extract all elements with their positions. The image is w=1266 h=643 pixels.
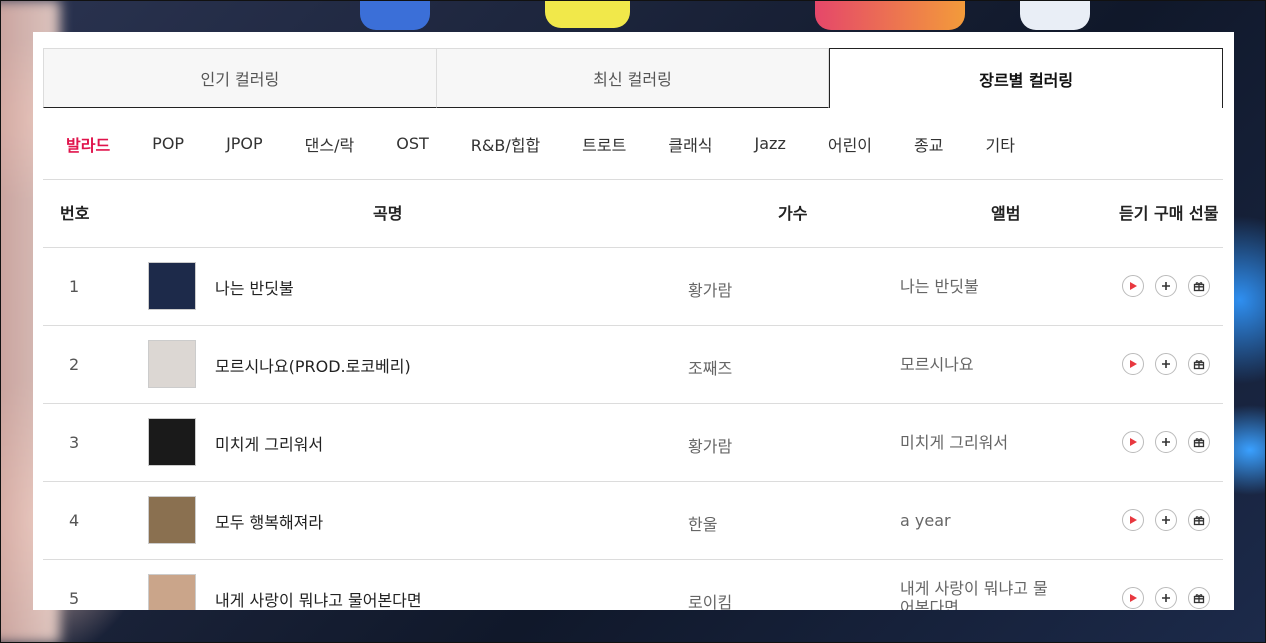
header-artist: 가수 bbox=[778, 204, 808, 223]
song-album[interactable]: 모르시나요 bbox=[900, 355, 1060, 374]
tab-bar: 인기 컬러링 최신 컬러링 장르별 컬러링 bbox=[43, 48, 1224, 108]
song-number: 2 bbox=[69, 355, 80, 374]
play-icon bbox=[1130, 360, 1137, 368]
genre-trot[interactable]: 트로트 bbox=[582, 132, 626, 156]
gift-button[interactable] bbox=[1188, 509, 1210, 531]
song-album[interactable]: 나는 반딧불 bbox=[900, 277, 1060, 296]
coloring-panel: 인기 컬러링 최신 컬러링 장르별 컬러링 발라드 POP JPOP 댄스/락 … bbox=[33, 32, 1234, 610]
gift-icon bbox=[1193, 360, 1205, 370]
genre-filter: 발라드 POP JPOP 댄스/락 OST R&B/힙합 트로트 클래식 Jaz… bbox=[43, 108, 1223, 180]
header-actions: 듣기 구매 선물 bbox=[1119, 204, 1219, 223]
genre-jpop[interactable]: JPOP bbox=[226, 134, 263, 153]
album-thumbnail[interactable] bbox=[148, 340, 196, 388]
buy-button[interactable] bbox=[1155, 275, 1177, 297]
song-artist[interactable]: 황가람 bbox=[688, 277, 732, 301]
album-thumbnail[interactable] bbox=[148, 496, 196, 544]
genre-jazz[interactable]: Jazz bbox=[755, 134, 786, 153]
buy-button[interactable] bbox=[1155, 431, 1177, 453]
genre-dance-rock[interactable]: 댄스/락 bbox=[305, 132, 355, 156]
gift-button[interactable] bbox=[1188, 353, 1210, 375]
song-list: 1 나는 반딧불 황가람 나는 반딧불 2 모르시나요(PROD.로코베리) 조… bbox=[43, 248, 1223, 610]
row-actions bbox=[1122, 275, 1210, 297]
song-artist[interactable]: 황가람 bbox=[688, 433, 732, 457]
album-thumbnail[interactable] bbox=[148, 574, 196, 610]
genre-classic[interactable]: 클래식 bbox=[668, 132, 712, 156]
song-title[interactable]: 모르시나요(PROD.로코베리) bbox=[215, 353, 411, 377]
play-icon bbox=[1130, 516, 1137, 524]
play-button[interactable] bbox=[1122, 587, 1144, 609]
song-number: 5 bbox=[69, 589, 80, 608]
plus-icon bbox=[1162, 594, 1170, 602]
header-album: 앨범 bbox=[991, 204, 1021, 223]
genre-rnb-hiphop[interactable]: R&B/힙합 bbox=[471, 132, 540, 156]
song-title[interactable]: 모두 행복해져라 bbox=[215, 509, 323, 533]
play-button[interactable] bbox=[1122, 353, 1144, 375]
play-icon bbox=[1130, 594, 1137, 602]
header-title: 곡명 bbox=[373, 204, 403, 223]
album-thumbnail[interactable] bbox=[148, 262, 196, 310]
genre-ballad[interactable]: 발라드 bbox=[66, 132, 110, 156]
row-actions bbox=[1122, 509, 1210, 531]
song-album[interactable]: 내게 사랑이 뭐냐고 물어본다면 bbox=[900, 579, 1060, 610]
table-row: 3 미치게 그리워서 황가람 미치게 그리워서 bbox=[43, 404, 1223, 482]
play-button[interactable] bbox=[1122, 509, 1144, 531]
play-button[interactable] bbox=[1122, 431, 1144, 453]
song-title[interactable]: 내게 사랑이 뭐냐고 물어본다면 bbox=[215, 587, 422, 610]
row-actions bbox=[1122, 587, 1210, 609]
buy-button[interactable] bbox=[1155, 587, 1177, 609]
buy-button[interactable] bbox=[1155, 353, 1177, 375]
genre-etc[interactable]: 기타 bbox=[985, 132, 1014, 156]
header-number: 번호 bbox=[60, 204, 90, 223]
song-number: 3 bbox=[69, 433, 80, 452]
tab-latest[interactable]: 최신 컬러링 bbox=[436, 48, 830, 108]
tab-genre[interactable]: 장르별 컬러링 bbox=[829, 48, 1224, 108]
buy-button[interactable] bbox=[1155, 509, 1177, 531]
plus-icon bbox=[1162, 438, 1170, 446]
play-icon bbox=[1130, 282, 1137, 290]
song-artist[interactable]: 로이킴 bbox=[688, 589, 732, 610]
genre-kids[interactable]: 어린이 bbox=[828, 132, 872, 156]
gift-icon bbox=[1193, 282, 1205, 292]
song-album[interactable]: a year bbox=[900, 511, 1060, 530]
song-title[interactable]: 나는 반딧불 bbox=[215, 275, 294, 299]
table-row: 4 모두 행복해져라 한울 a year bbox=[43, 482, 1223, 560]
genre-religion[interactable]: 종교 bbox=[914, 132, 943, 156]
song-artist[interactable]: 조째즈 bbox=[688, 355, 732, 379]
song-number: 4 bbox=[69, 511, 80, 530]
song-title[interactable]: 미치게 그리워서 bbox=[215, 431, 323, 455]
gift-button[interactable] bbox=[1188, 587, 1210, 609]
song-artist[interactable]: 한울 bbox=[688, 511, 717, 535]
plus-icon bbox=[1162, 360, 1170, 368]
plus-icon bbox=[1162, 516, 1170, 524]
album-thumbnail[interactable] bbox=[148, 418, 196, 466]
song-number: 1 bbox=[69, 277, 80, 296]
table-row: 2 모르시나요(PROD.로코베리) 조째즈 모르시나요 bbox=[43, 326, 1223, 404]
gift-button[interactable] bbox=[1188, 431, 1210, 453]
gift-button[interactable] bbox=[1188, 275, 1210, 297]
table-row: 1 나는 반딧불 황가람 나는 반딧불 bbox=[43, 248, 1223, 326]
song-album[interactable]: 미치게 그리워서 bbox=[900, 433, 1060, 452]
row-actions bbox=[1122, 353, 1210, 375]
row-actions bbox=[1122, 431, 1210, 453]
gift-icon bbox=[1193, 438, 1205, 448]
genre-ost[interactable]: OST bbox=[396, 134, 429, 153]
gift-icon bbox=[1193, 594, 1205, 604]
genre-pop[interactable]: POP bbox=[152, 134, 184, 153]
tab-popular[interactable]: 인기 컬러링 bbox=[43, 48, 437, 108]
play-icon bbox=[1130, 438, 1137, 446]
plus-icon bbox=[1162, 282, 1170, 290]
play-button[interactable] bbox=[1122, 275, 1144, 297]
table-header: 번호 곡명 가수 앨범 듣기 구매 선물 bbox=[43, 181, 1223, 248]
gift-icon bbox=[1193, 516, 1205, 526]
table-row: 5 내게 사랑이 뭐냐고 물어본다면 로이킴 내게 사랑이 뭐냐고 물어본다면 bbox=[43, 560, 1223, 610]
